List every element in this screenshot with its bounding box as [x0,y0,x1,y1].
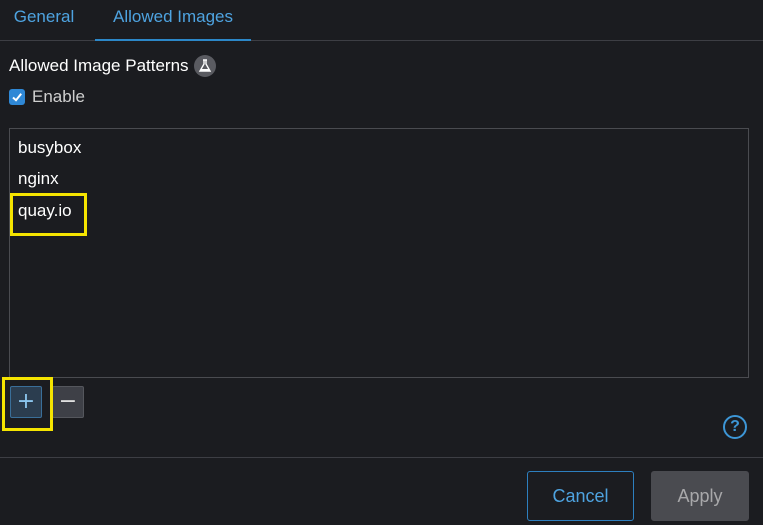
remove-pattern-button[interactable]: − [52,386,84,418]
list-item[interactable]: nginx [18,169,59,189]
plus-icon: + [16,389,36,414]
tab-allowed-images[interactable]: Allowed Images [95,0,251,41]
list-item[interactable]: busybox [18,138,81,158]
section-title-label: Allowed Image Patterns [9,56,189,75]
pattern-list[interactable]: busybox nginx quay.io [9,128,749,378]
minus-icon: − [58,389,78,414]
flask-icon [193,55,216,77]
apply-button[interactable]: Apply [651,471,749,521]
enable-label: Enable [32,87,85,106]
enable-checkbox[interactable] [9,89,25,105]
section-title: Allowed Image Patterns [9,55,216,77]
list-item[interactable]: quay.io [18,201,72,221]
add-pattern-button[interactable]: + [10,386,42,418]
enable-checkbox-row[interactable]: Enable [9,87,85,107]
cancel-button[interactable]: Cancel [527,471,634,521]
footer-divider [0,457,763,458]
help-icon[interactable]: ? [723,415,747,439]
tab-bar: General Allowed Images [0,0,763,41]
tab-general[interactable]: General [0,0,88,40]
